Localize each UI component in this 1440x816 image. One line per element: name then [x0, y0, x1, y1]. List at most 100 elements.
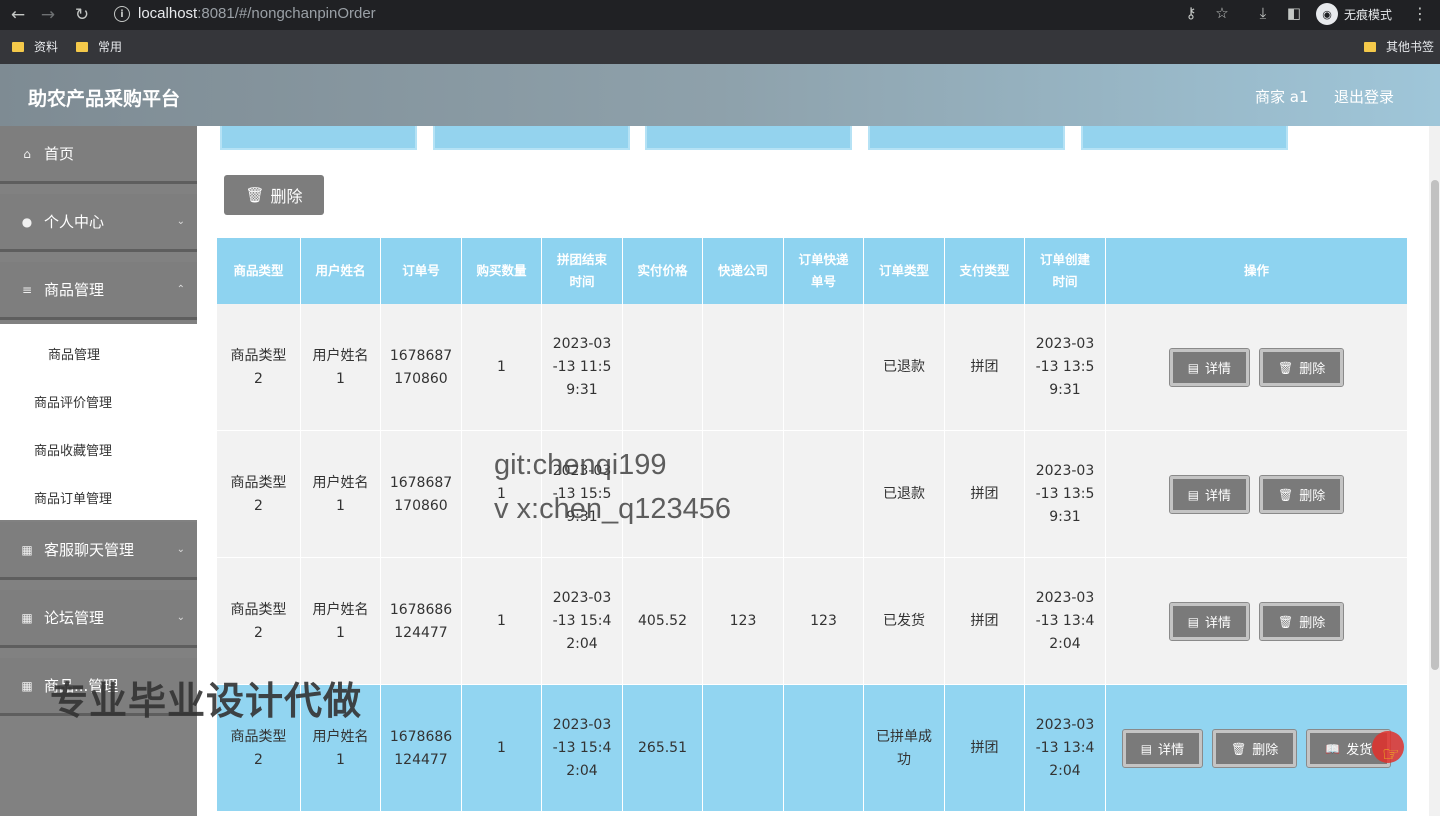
back-arrow-icon[interactable]: ← [6, 3, 30, 27]
bookmark-folder[interactable]: 常用 [76, 38, 122, 55]
search-field[interactable] [433, 126, 630, 150]
browser-toolbar: ← → ↻ i localhost:8081/#/nongchanpinOrde… [0, 0, 1440, 30]
column-header: 拼团结束 时间 [542, 238, 623, 304]
sidepanel-icon[interactable]: ◧ [1283, 4, 1305, 22]
table-cell: 商品类型 2 [217, 431, 301, 558]
action-label: 删除 [1299, 616, 1326, 631]
table-cell [623, 304, 703, 431]
sidebar-item-chat[interactable]: ▦ 客服聊天管理 ⌄ [0, 522, 197, 580]
star-icon[interactable]: ☆ [1211, 4, 1233, 22]
document-icon: ▤ [1140, 741, 1153, 756]
current-user: 商家 a1 [1255, 88, 1309, 106]
column-header: 订单类型 [864, 238, 945, 304]
detail-button[interactable]: ▤ 详情 [1121, 729, 1204, 768]
detail-button[interactable]: ▤ 详情 [1168, 602, 1251, 641]
sidebar-item-label: 客服聊天管理 [44, 541, 135, 559]
delete-button[interactable]: 🗑 删除 [1259, 602, 1345, 641]
table-cell: 用户姓名 1 [301, 558, 381, 685]
column-header: 支付类型 [945, 238, 1025, 304]
table-cell: 拼团 [945, 304, 1025, 431]
address-bar[interactable]: i localhost:8081/#/nongchanpinOrder [104, 1, 1244, 28]
bookmarks-bar: 资料 常用 其他书签 [0, 30, 1440, 64]
table-cell [703, 431, 784, 558]
menu-dots-icon[interactable]: ⋮ [1412, 4, 1428, 23]
key-icon[interactable]: ⚷ [1180, 4, 1202, 22]
sidebar-item-forum[interactable]: ▦ 论坛管理 ⌄ [0, 590, 197, 648]
column-header: 购买数量 [462, 238, 542, 304]
logout-link[interactable]: 退出登录 [1334, 86, 1394, 107]
download-icon[interactable]: ⤓ [1252, 4, 1274, 22]
url-text: localhost:8081/#/nongchanpinOrder [138, 5, 376, 22]
table-cell: 用户姓名 1 [301, 304, 381, 431]
sidebar-item-label: 首页 [44, 145, 75, 163]
sidebar-item-more[interactable]: ▦ 商品...管理 [0, 658, 197, 716]
grid-icon: ▦ [21, 610, 33, 625]
table-cell: 1 [462, 431, 542, 558]
delete-button[interactable]: 🗑 删除 [1259, 348, 1345, 387]
incognito-indicator[interactable]: ◉ 无痕模式 [1316, 3, 1392, 25]
search-field[interactable] [1081, 126, 1288, 150]
detail-button[interactable]: ▤ 详情 [1168, 475, 1251, 514]
table-cell: 商品类型 2 [217, 304, 301, 431]
table-cell: 2023-03 -13 13:4 2:04 [1025, 558, 1106, 685]
table-cell: 拼团 [945, 431, 1025, 558]
submenu-item-goods[interactable]: 商品管理 [48, 344, 100, 363]
incognito-label: 无痕模式 [1344, 7, 1393, 22]
detail-button[interactable]: ▤ 详情 [1168, 348, 1251, 387]
other-bookmarks[interactable]: 其他书签 [1364, 38, 1434, 55]
search-field[interactable] [868, 126, 1065, 150]
column-header: 用户姓名 [301, 238, 381, 304]
action-label: 发货 [1346, 743, 1373, 758]
table-cell: 已发货 [864, 558, 945, 685]
table-cell: 2023-03 -13 13:5 9:31 [1025, 431, 1106, 558]
table-cell [703, 685, 784, 812]
sidebar-item-goods[interactable]: ≡ 商品管理 ⌃ [0, 262, 197, 320]
table-cell: 1678687 170860 [381, 304, 462, 431]
sidebar-item-home[interactable]: ⌂ 首页 [0, 126, 197, 184]
document-icon: ▤ [1187, 360, 1200, 375]
table-row[interactable]: 商品类型 2 用户姓名 1 1678686 124477 1 2023-03 -13 1… [217, 685, 1407, 812]
table-cell: 商品类型 2 [217, 685, 301, 812]
reload-icon[interactable]: ↻ [70, 3, 94, 27]
column-header: 订单号 [381, 238, 462, 304]
search-field[interactable] [645, 126, 852, 150]
batch-delete-button[interactable]: 🗑 删除 [224, 175, 324, 215]
row-actions: ▤ 详情 🗑 删除 [1106, 558, 1407, 685]
home-icon: ⌂ [23, 146, 31, 161]
submenu-item-orders[interactable]: 商品订单管理 [34, 488, 112, 507]
table-cell: 已拼单成 功 [864, 685, 945, 812]
sidebar-item-profile[interactable]: ● 个人中心 ⌄ [0, 194, 197, 252]
submenu-item-reviews[interactable]: 商品评价管理 [34, 392, 112, 411]
chevron-up-icon: ⌃ [176, 284, 185, 295]
table-cell: 2023-03 -13 13:4 2:04 [1025, 685, 1106, 812]
table-cell [703, 304, 784, 431]
app-title: 助农产品采购平台 [28, 88, 181, 110]
column-header: 订单创建 时间 [1025, 238, 1106, 304]
table-row[interactable]: 商品类型 2 用户姓名 1 1678687 170860 1 2023-03 -13 1… [217, 431, 1407, 558]
table-cell: 拼团 [945, 558, 1025, 685]
table-cell [784, 685, 864, 812]
site-info-icon[interactable]: i [114, 6, 130, 22]
chevron-down-icon: ⌄ [176, 612, 185, 623]
table-cell [784, 304, 864, 431]
action-label: 详情 [1205, 362, 1232, 377]
bookmark-folder[interactable]: 资料 [12, 38, 58, 55]
app-header: 助农产品采购平台 商家 a1 退出登录 [0, 64, 1440, 126]
table-cell: 已退款 [864, 431, 945, 558]
table-row[interactable]: 商品类型 2 用户姓名 1 1678686 124477 1 2023-03 -13 1… [217, 558, 1407, 685]
trash-icon: 🗑 [1278, 614, 1294, 629]
table-row[interactable]: 商品类型 2 用户姓名 1 1678687 170860 1 2023-03 -13 1… [217, 304, 1407, 431]
row-actions: ▤ 详情 🗑 删除 [1106, 304, 1407, 431]
table-cell: 2023-03 -13 13:5 9:31 [1025, 304, 1106, 431]
submenu-item-favorites[interactable]: 商品收藏管理 [34, 440, 112, 459]
search-field[interactable] [220, 126, 417, 150]
forward-arrow-icon[interactable]: → [36, 3, 60, 27]
sidebar-item-label: 商品管理 [44, 281, 105, 299]
grid-icon: ▦ [21, 542, 33, 557]
delete-button[interactable]: 🗑 删除 [1259, 475, 1345, 514]
table-cell: 1678686 124477 [381, 685, 462, 812]
hand-cursor-icon: ☞ [1382, 742, 1400, 766]
delete-button[interactable]: 🗑 删除 [1212, 729, 1298, 768]
trash-icon: 🗑 [1278, 487, 1294, 502]
scrollbar-thumb[interactable] [1431, 180, 1439, 670]
